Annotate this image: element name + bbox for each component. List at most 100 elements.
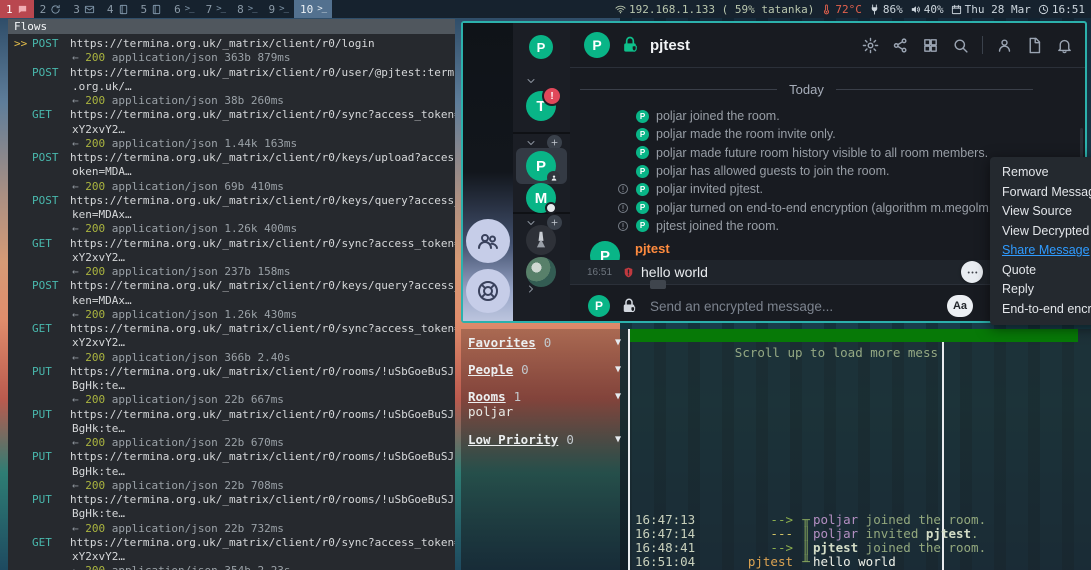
power-plug-icon bbox=[869, 4, 880, 15]
room-avatar-tower[interactable] bbox=[526, 225, 556, 255]
flow-row[interactable]: PUThttps://termina.org.uk/_matrix/client… bbox=[8, 450, 455, 464]
workspace-5[interactable]: 5 bbox=[135, 0, 169, 18]
flow-row[interactable]: PUThttps://termina.org.uk/_matrix/client… bbox=[8, 408, 455, 422]
room-section-header[interactable]: Low Priority0▼ bbox=[468, 432, 621, 446]
chat-message-row: 16:47:14---║poljar invited pjtest. bbox=[635, 527, 986, 541]
message-context-menu: RemoveForward MessageView SourceView Dec… bbox=[990, 157, 1091, 325]
collapse-arrow-icon[interactable]: ▼ bbox=[615, 391, 621, 402]
room-list-item[interactable]: poljar bbox=[468, 405, 621, 419]
community-panel bbox=[463, 23, 513, 321]
apps-icon[interactable] bbox=[922, 37, 939, 54]
battery-text: 86% bbox=[883, 3, 903, 16]
workspace-list: 123456>_7>_8>_9>_10>_ bbox=[0, 0, 332, 18]
message-segment: . bbox=[971, 526, 979, 541]
event-text: poljar made the room invite only. bbox=[570, 127, 836, 141]
flow-row[interactable]: POSThttps://termina.org.uk/_matrix/clien… bbox=[8, 151, 455, 165]
room-avatar-P[interactable]: P bbox=[526, 151, 556, 181]
files-icon[interactable] bbox=[1026, 37, 1043, 54]
menu-item-forward-message[interactable]: Forward Message bbox=[990, 183, 1091, 203]
notifications-icon[interactable] bbox=[1056, 37, 1073, 54]
collapse-arrow-icon[interactable]: ▼ bbox=[615, 364, 621, 375]
flow-row[interactable]: GEThttps://termina.org.uk/_matrix/client… bbox=[8, 237, 455, 251]
explore-button[interactable] bbox=[466, 269, 510, 313]
request-url: https://termina.org.uk/_matrix/client/r0… bbox=[70, 450, 455, 463]
people-button[interactable] bbox=[466, 219, 510, 263]
section-count: 1 bbox=[514, 389, 522, 404]
composer-avatar[interactable]: P bbox=[588, 295, 610, 317]
workspace-9[interactable]: 9>_ bbox=[263, 0, 294, 18]
room-section-header[interactable]: Favorites0▼ bbox=[468, 335, 621, 349]
thermometer-icon bbox=[821, 4, 832, 15]
flow-response: ← 200 application/json 22b 667ms bbox=[8, 393, 455, 407]
battery-status: 86% bbox=[869, 3, 903, 16]
flow-row[interactable]: GEThttps://termina.org.uk/_matrix/client… bbox=[8, 536, 455, 550]
room-avatar-M[interactable]: M bbox=[526, 183, 556, 213]
flow-row[interactable]: PUThttps://termina.org.uk/_matrix/client… bbox=[8, 365, 455, 379]
flow-row[interactable]: >>POSThttps://termina.org.uk/_matrix/cli… bbox=[8, 37, 455, 51]
room-list-panel: PT!PM bbox=[513, 23, 570, 321]
settings-icon[interactable] bbox=[862, 37, 879, 54]
message-options-button[interactable] bbox=[961, 261, 983, 283]
message-segment: poljar bbox=[813, 526, 858, 541]
members-icon[interactable] bbox=[996, 37, 1013, 54]
collapse-arrow-icon[interactable]: ▼ bbox=[615, 434, 621, 445]
room-avatar-T[interactable]: T! bbox=[526, 91, 556, 121]
workspace-2[interactable]: 2 bbox=[34, 0, 68, 18]
request-url: https://termina.org.uk/_matrix/client/r0… bbox=[70, 408, 455, 421]
response-meta: application/json 38b 260ms bbox=[105, 94, 284, 107]
expand-panel-icon[interactable] bbox=[525, 283, 537, 295]
workspace-10[interactable]: 10>_ bbox=[294, 0, 332, 18]
room-section-header[interactable]: Rooms1▼ bbox=[468, 389, 621, 403]
flow-row[interactable]: POSThttps://termina.org.uk/_matrix/clien… bbox=[8, 194, 455, 208]
menu-item-quote[interactable]: Quote bbox=[990, 261, 1091, 281]
search-icon[interactable] bbox=[952, 37, 969, 54]
clock-status: 16:51 bbox=[1038, 3, 1085, 16]
room-section-header[interactable]: People0▼ bbox=[468, 362, 621, 376]
flow-row[interactable]: GEThttps://termina.org.uk/_matrix/client… bbox=[8, 108, 455, 122]
menu-item-view-source[interactable]: View Source bbox=[990, 202, 1091, 222]
menu-item-view-decrypted-s[interactable]: View Decrypted S bbox=[990, 222, 1091, 242]
room-avatar[interactable]: P bbox=[584, 32, 610, 58]
menu-item-remove[interactable]: Remove bbox=[990, 163, 1091, 183]
menu-item-end-to-end-encry[interactable]: End-to-end encry bbox=[990, 300, 1091, 320]
workspace-3[interactable]: 3 bbox=[67, 0, 101, 18]
workspace-4[interactable]: 4 bbox=[101, 0, 135, 18]
message-input[interactable] bbox=[648, 298, 937, 315]
menu-item-reply[interactable]: Reply bbox=[990, 280, 1091, 300]
collapse-arrow-icon[interactable]: ▼ bbox=[615, 337, 621, 348]
response-status: 200 bbox=[85, 351, 105, 364]
flow-row[interactable]: PUThttps://termina.org.uk/_matrix/client… bbox=[8, 493, 455, 507]
message-segment: poljar bbox=[813, 512, 858, 527]
terminal-icon: >_ bbox=[317, 4, 326, 14]
menu-item-share-message[interactable]: Share Message bbox=[990, 241, 1091, 261]
collapse-section-icon[interactable] bbox=[525, 75, 537, 87]
workspace-6[interactable]: 6>_ bbox=[168, 0, 199, 18]
response-meta: application/json 69b 410ms bbox=[105, 180, 284, 193]
workspace-7[interactable]: 7>_ bbox=[200, 0, 231, 18]
person-icon bbox=[550, 174, 558, 182]
workspace-number: 8 bbox=[237, 3, 244, 16]
response-meta: application/json 1.26k 400ms bbox=[105, 222, 297, 235]
flow-row[interactable]: POSThttps://termina.org.uk/_matrix/clien… bbox=[8, 66, 455, 80]
workspace-1[interactable]: 1 bbox=[0, 0, 34, 18]
explore-icon bbox=[476, 279, 500, 303]
time-text: 16:51 bbox=[1052, 3, 1085, 16]
temperature-text: 72°C bbox=[835, 3, 862, 16]
flow-row[interactable]: POSThttps://termina.org.uk/_matrix/clien… bbox=[8, 279, 455, 293]
response-meta: application/json 22b 670ms bbox=[105, 436, 284, 449]
room-section: Rooms1▼poljar bbox=[468, 389, 621, 419]
format-button[interactable]: Aa bbox=[947, 295, 973, 317]
response-status: 200 bbox=[85, 564, 105, 570]
share-icon[interactable] bbox=[892, 37, 909, 54]
http-method: PUT bbox=[32, 450, 70, 464]
gomuks-chat-area: Scroll up to load more mess 16:47:13-->╥… bbox=[630, 329, 1091, 570]
flows-list: >>POSThttps://termina.org.uk/_matrix/cli… bbox=[8, 34, 455, 570]
request-url-wrap: BgHk:te… bbox=[72, 379, 125, 392]
flow-row[interactable]: GEThttps://termina.org.uk/_matrix/client… bbox=[8, 322, 455, 336]
user-menu-avatar[interactable]: P bbox=[529, 35, 553, 59]
workspace-8[interactable]: 8>_ bbox=[231, 0, 262, 18]
request-url-continued: xY2xvY2… bbox=[8, 123, 455, 137]
message-sender: --> bbox=[701, 541, 799, 555]
request-url: https://termina.org.uk/_matrix/client/r0… bbox=[70, 536, 455, 549]
flow-response: ← 200 application/json 69b 410ms bbox=[8, 180, 455, 194]
